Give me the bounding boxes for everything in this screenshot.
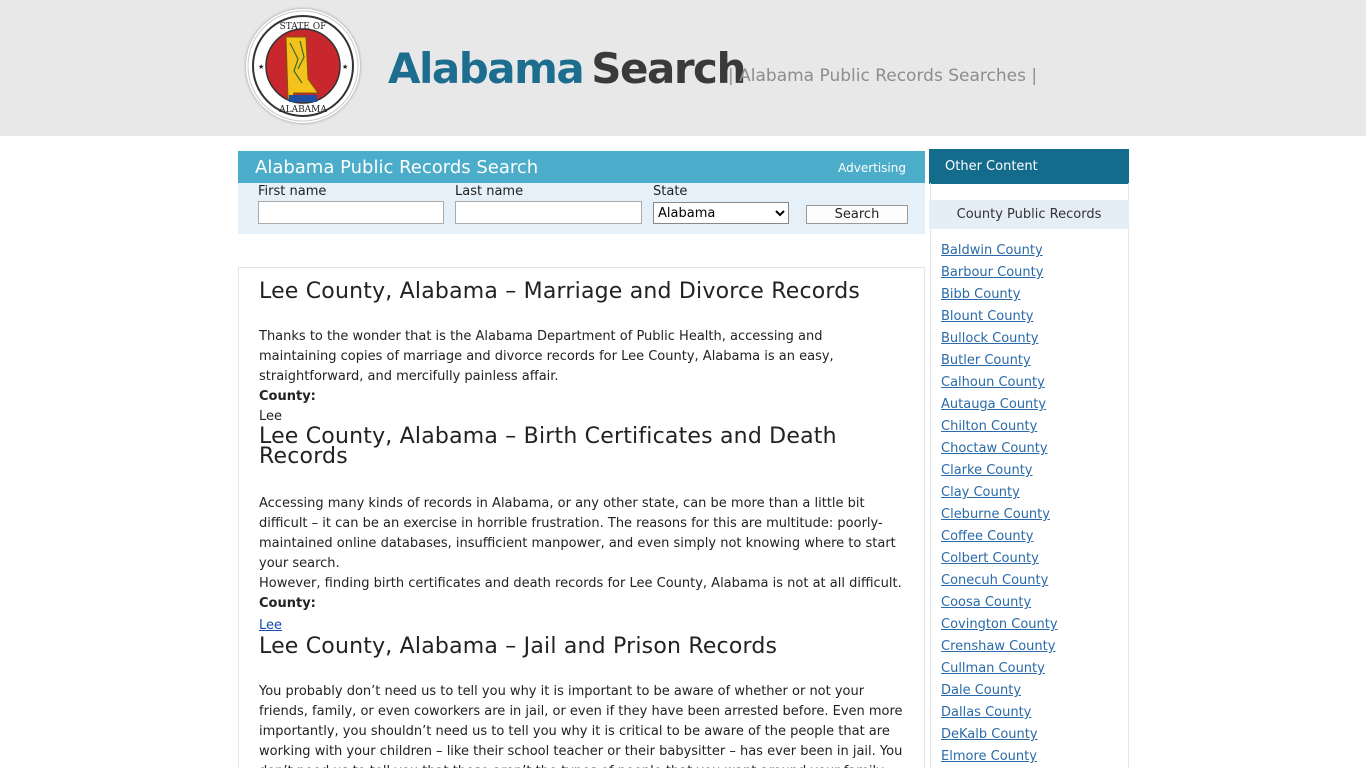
main-content: Lee County, Alabama – Marriage and Divor… [238,267,925,768]
section-paragraph: However, finding birth certificates and … [259,576,902,591]
county-link[interactable]: Butler County [941,353,1031,368]
county-link[interactable]: Dale County [941,683,1021,698]
list-item: Butler County [941,350,1058,372]
section-heading: Lee County, Alabama – Jail and Prison Re… [259,634,778,659]
county-link[interactable]: Choctaw County [941,441,1048,456]
section-paragraph: You probably don’t need us to tell you w… [259,684,903,768]
list-item: Cullman County [941,658,1058,680]
list-item: Chilton County [941,416,1058,438]
county-link[interactable]: Bullock County [941,331,1038,346]
list-item: Elmore County [941,746,1058,768]
section-heading: Lee County, Alabama – Marriage and Divor… [259,279,861,304]
county-link[interactable]: Cleburne County [941,507,1050,522]
list-item: Choctaw County [941,438,1058,460]
section-marriage-divorce: Lee County, Alabama – Marriage and Divor… [259,281,904,427]
county-link[interactable]: Coosa County [941,595,1031,610]
county-link[interactable]: Barbour County [941,265,1043,280]
first-name-label: First name [258,184,327,199]
svg-text:★: ★ [258,63,264,71]
list-item: Crenshaw County [941,636,1058,658]
list-item: Bullock County [941,328,1058,350]
county-link[interactable]: Clay County [941,485,1020,500]
county-link[interactable]: DeKalb County [941,727,1038,742]
list-item: Clay County [941,482,1058,504]
svg-text:★: ★ [342,63,348,71]
county-link-lee[interactable]: Lee [259,616,282,636]
state-select[interactable]: Alabama [653,202,789,224]
list-item: Coffee County [941,526,1058,548]
county-link[interactable]: Crenshaw County [941,639,1055,654]
logo-word-search: Search [591,44,746,93]
seal-bottom-text: ALABAMA [278,105,327,115]
search-button[interactable]: Search [806,205,908,224]
state-label: State [653,184,688,199]
section-jail-prison: Lee County, Alabama – Jail and Prison Re… [259,636,904,768]
list-item: Autauga County [941,394,1058,416]
site-logo-wordmark[interactable]: Alabama Search [388,44,746,96]
site-tagline: | Alabama Public Records Searches | [728,66,1038,86]
list-item: Calhoun County [941,372,1058,394]
list-item: Bibb County [941,284,1058,306]
list-item: Dale County [941,680,1058,702]
county-link[interactable]: Clarke County [941,463,1033,478]
county-link[interactable]: Calhoun County [941,375,1045,390]
list-item: Baldwin County [941,240,1058,262]
list-item: DeKalb County [941,724,1058,746]
list-item: Colbert County [941,548,1058,570]
county-link[interactable]: Cullman County [941,661,1045,676]
list-item: Coosa County [941,592,1058,614]
first-name-input[interactable] [258,201,444,224]
county-list: Baldwin County Barbour County Bibb County B… [941,240,1058,768]
county-link[interactable]: Colbert County [941,551,1039,566]
search-title: Alabama Public Records Search [255,157,539,178]
section-heading: Lee County, Alabama – Birth Certificates… [259,424,837,469]
county-link[interactable]: Covington County [941,617,1058,632]
list-item: Cleburne County [941,504,1058,526]
county-link[interactable]: Bibb County [941,287,1020,302]
seal-top-text: STATE OF [280,22,327,32]
logo-word-alabama: Alabama [388,44,585,93]
section-birth-death: Lee County, Alabama – Birth Certificates… [259,424,904,636]
county-label: County: [259,596,316,611]
list-item: Conecuh County [941,570,1058,592]
county-label: County: [259,389,316,404]
county-link[interactable]: Coffee County [941,529,1033,544]
county-link[interactable]: Blount County [941,309,1034,324]
section-paragraph: Accessing many kinds of records in Alaba… [259,496,896,571]
county-link[interactable]: Conecuh County [941,573,1048,588]
list-item: Barbour County [941,262,1058,284]
county-link[interactable]: Dallas County [941,705,1031,720]
section-paragraph: Thanks to the wonder that is the Alabama… [259,329,834,384]
search-title-bar: Alabama Public Records Search Advertisin… [238,151,925,183]
county-link[interactable]: Baldwin County [941,243,1043,258]
list-item: Clarke County [941,460,1058,482]
county-public-records-header: County Public Records [929,200,1129,229]
list-item: Dallas County [941,702,1058,724]
county-link[interactable]: Chilton County [941,419,1037,434]
county-link[interactable]: Autauga County [941,397,1046,412]
search-panel: Alabama Public Records Search Advertisin… [238,151,925,234]
sidebar: Other Content [929,149,1129,768]
advertising-link[interactable]: Advertising [838,161,906,175]
last-name-input[interactable] [455,201,642,224]
alabama-state-seal-logo[interactable]: STATE OF ALABAMA ★ ★ [246,9,360,123]
list-item: Blount County [941,306,1058,328]
sidebar-title: Other Content [929,149,1129,184]
list-item: Covington County [941,614,1058,636]
last-name-label: Last name [455,184,524,199]
site-header: STATE OF ALABAMA ★ ★ Alabama Search | Ala… [0,0,1366,136]
county-link[interactable]: Elmore County [941,749,1037,764]
